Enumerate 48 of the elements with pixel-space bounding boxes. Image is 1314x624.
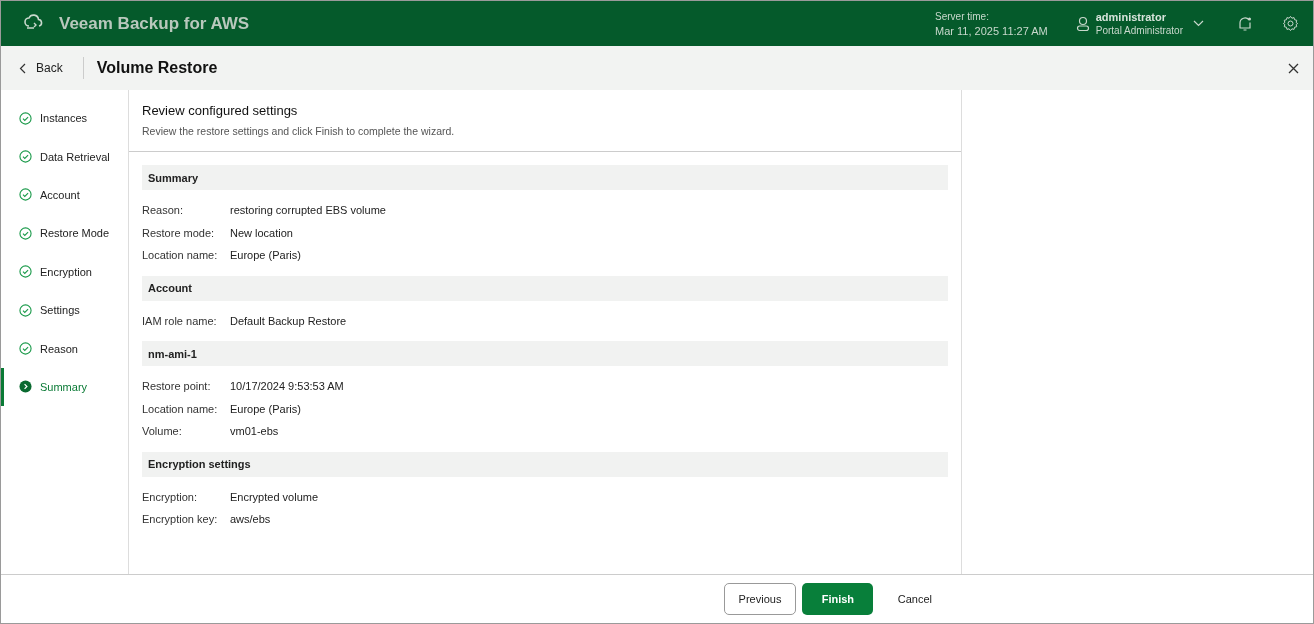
field-value: Encrypted volume xyxy=(230,490,319,503)
page-description: Review the restore settings and click Finish to complete the wizard. xyxy=(142,125,456,137)
chevron-left-icon xyxy=(19,62,26,74)
chevron-down-icon[interactable] xyxy=(1193,20,1204,27)
finish-button[interactable]: Finish xyxy=(802,583,874,615)
wizard-step[interactable]: Account xyxy=(1,175,128,215)
settings-icon[interactable] xyxy=(1282,15,1299,32)
wizard-step[interactable]: Summary xyxy=(1,367,128,407)
section-header: Account xyxy=(142,275,948,301)
field-value: aws/ebs xyxy=(230,513,271,526)
app-title: Veeam Backup for AWS xyxy=(59,13,250,34)
wizard-step[interactable]: Data Retrieval xyxy=(1,137,128,176)
cancel-button[interactable]: Cancel xyxy=(879,583,951,615)
field-value: Default Backup Restore xyxy=(230,314,347,327)
user-icon[interactable] xyxy=(1075,15,1090,32)
server-time: Mar 11, 2025 11:27 AM xyxy=(935,23,1048,38)
previous-button[interactable]: Previous xyxy=(723,583,797,615)
field-value: Europe (Paris) xyxy=(230,249,301,262)
bell-icon[interactable] xyxy=(1238,15,1252,32)
section-header: Summary xyxy=(142,165,948,190)
field-value: 10/17/2024 9:53:53 AM xyxy=(230,380,344,393)
field-value: restoring corrupted EBS volume xyxy=(230,204,386,217)
wizard-step[interactable]: Settings xyxy=(1,290,128,330)
field-label: Location name: xyxy=(142,402,219,415)
field-label: Volume: xyxy=(142,425,183,438)
field-value: Europe (Paris) xyxy=(230,402,301,415)
user-name[interactable]: administrator xyxy=(1095,9,1183,24)
back-button[interactable]: Back xyxy=(19,61,73,75)
field-label: Encryption key: xyxy=(142,513,219,526)
section-header: nm-ami-1 xyxy=(142,341,948,366)
field-label: Reason: xyxy=(142,204,184,217)
field-label: Encryption: xyxy=(142,490,199,503)
field-label: Restore mode: xyxy=(142,226,216,239)
page-title: Review configured settings xyxy=(142,103,299,118)
field-value: vm01-ebs xyxy=(230,425,279,438)
field-value: New location xyxy=(230,226,293,239)
server-time-label: Server time: xyxy=(935,9,990,24)
wizard-step[interactable]: Encryption xyxy=(1,252,128,291)
user-role: Portal Administrator xyxy=(1095,23,1183,38)
field-label: Location name: xyxy=(142,249,219,262)
field-label: Restore point: xyxy=(142,380,212,393)
wizard-step[interactable]: Reason xyxy=(1,329,128,368)
wizard-step[interactable]: Restore Mode xyxy=(1,214,128,253)
section-header: Encryption settings xyxy=(142,451,948,477)
wizard-step[interactable]: Instances xyxy=(1,99,128,138)
close-icon[interactable] xyxy=(1288,62,1299,74)
field-label: IAM role name: xyxy=(142,314,218,327)
dialog-title: Volume Restore xyxy=(96,59,218,77)
